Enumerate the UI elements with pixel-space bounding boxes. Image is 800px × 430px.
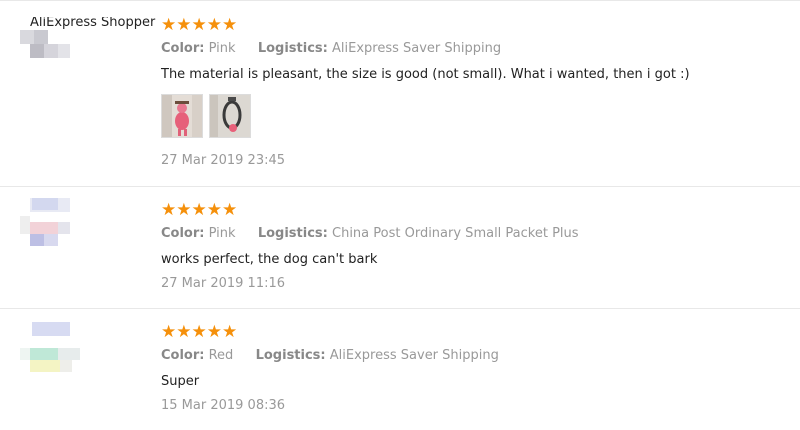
- color-label: Color:: [161, 41, 205, 56]
- logistics-label: Logistics:: [257, 226, 328, 241]
- star-rating: ★★★★★: [161, 322, 238, 342]
- color-value: Pink: [208, 41, 236, 56]
- color-label: Color:: [161, 226, 205, 241]
- color-value: Pink: [208, 226, 236, 241]
- review-item: ★★★★★ Color: Pink Logistics: China Post …: [0, 186, 800, 308]
- review-text: The material is pleasant, the size is go…: [161, 67, 690, 82]
- review-attributes: Color: Pink Logistics: China Post Ordina…: [161, 226, 579, 241]
- logistics-label: Logistics:: [257, 41, 328, 56]
- review-item: ★★★★★ Color: Red Logistics: AliExpress S…: [0, 308, 800, 430]
- review-text: works perfect, the dog can't bark: [161, 252, 378, 267]
- avatar: [0, 0, 120, 80]
- review-photo-thumbnail[interactable]: [161, 94, 203, 138]
- color-value: Red: [208, 348, 234, 363]
- review-photo-thumbnail[interactable]: [209, 94, 251, 138]
- logistics-label: Logistics:: [255, 348, 326, 363]
- review-attributes: Color: Pink Logistics: AliExpress Saver …: [161, 41, 501, 56]
- logistics-value: AliExpress Saver Shipping: [329, 348, 499, 363]
- review-attributes: Color: Red Logistics: AliExpress Saver S…: [161, 348, 499, 363]
- review-item: AliExpress Shopper ★★★★★ Color: Pink Log…: [0, 0, 800, 186]
- color-label: Color:: [161, 348, 205, 363]
- review-photos: [161, 94, 251, 138]
- logistics-value: AliExpress Saver Shipping: [332, 41, 502, 56]
- reviewer-name[interactable]: AliExpress Shopper: [30, 17, 155, 30]
- review-date: 27 Mar 2019 11:16: [161, 276, 286, 291]
- logistics-value: China Post Ordinary Small Packet Plus: [332, 226, 579, 241]
- star-rating: ★★★★★: [161, 15, 238, 35]
- avatar: [0, 186, 120, 266]
- review-date: 15 Mar 2019 08:36: [161, 398, 286, 413]
- review-text: Super: [161, 374, 200, 389]
- review-date: 27 Mar 2019 23:45: [161, 153, 286, 168]
- star-rating: ★★★★★: [161, 200, 238, 220]
- avatar: [0, 308, 120, 388]
